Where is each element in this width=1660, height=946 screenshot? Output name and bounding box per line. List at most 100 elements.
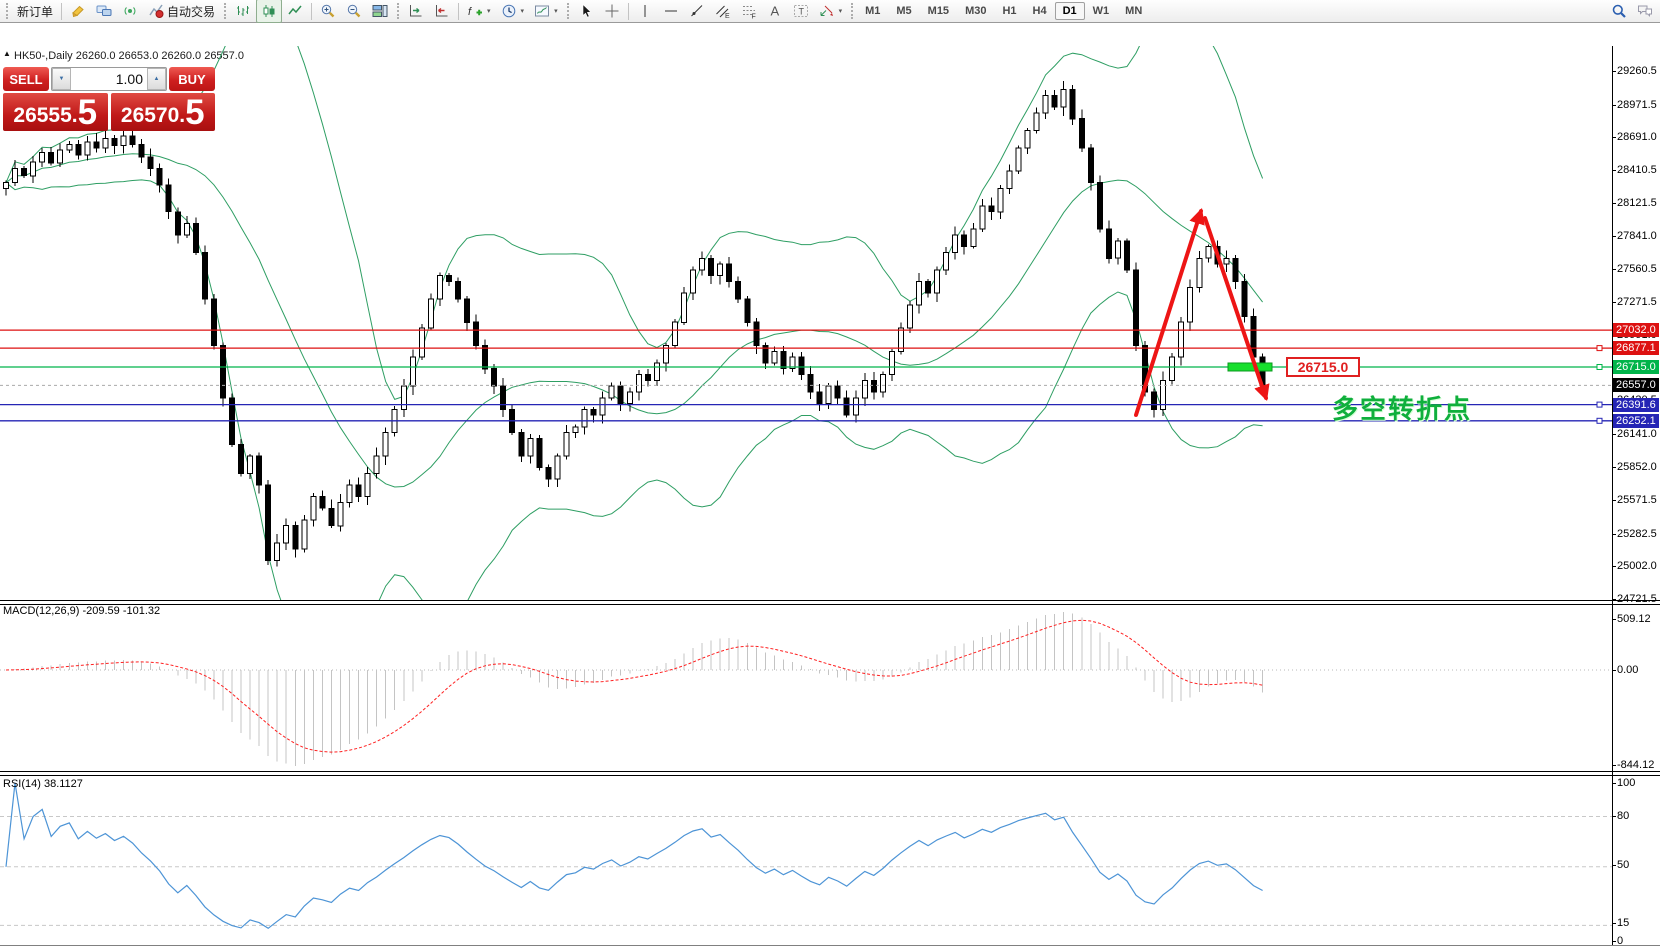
price-tick-label: 28121.5	[1617, 197, 1657, 210]
horizontal-line-icon[interactable]	[658, 0, 684, 23]
price-line-label-27032.0[interactable]: 27032.0	[1613, 323, 1659, 338]
chat-icon[interactable]	[1632, 0, 1658, 23]
hline-handle[interactable]	[1596, 401, 1603, 408]
sell-price-display[interactable]: 26555. 5	[3, 93, 108, 131]
timeframe-button-M15[interactable]: M15	[920, 2, 957, 20]
buy-price-main: 26570.	[120, 104, 186, 127]
toolbar-separator	[311, 2, 313, 20]
profile-icon[interactable]	[91, 0, 117, 23]
volume-up-button[interactable]: ▲	[147, 68, 166, 90]
price-line-label-26715.0[interactable]: 26715.0	[1613, 359, 1659, 374]
mt4-window: 新订单 自动交易 f ▾ ▾ ▾ E F A T ▾ M1 M5 M15 M30 H1 H4 D1 W1 MN ▲ H…	[0, 0, 1660, 946]
rsi-tick-mark	[1612, 941, 1616, 942]
rsi-axis-label: 15	[1617, 917, 1630, 929]
toolbar-grip[interactable]	[851, 3, 854, 19]
price-tick-label: 27560.5	[1617, 262, 1657, 275]
volume-down-button[interactable]: ▼	[52, 68, 71, 90]
auto-scroll-icon[interactable]	[403, 0, 429, 23]
price-axis-line	[1612, 46, 1613, 945]
timeframe-button-M5[interactable]: M5	[888, 2, 919, 20]
price-tick-mark	[1612, 203, 1616, 205]
new-order-button[interactable]: 新订单	[12, 0, 58, 23]
macd-histogram	[14, 612, 1264, 766]
auto-trading-button[interactable]: 自动交易	[143, 0, 220, 23]
text-label-icon[interactable]: T	[788, 0, 814, 23]
svg-text:f: f	[468, 6, 472, 18]
svg-text:A: A	[770, 4, 779, 19]
price-tick-mark	[1612, 236, 1616, 238]
templates-menu[interactable]: ▾	[529, 0, 563, 23]
tile-windows-icon[interactable]	[367, 0, 393, 23]
toolbar-grip[interactable]	[397, 3, 400, 19]
pane-divider-rsi[interactable]	[0, 771, 1660, 776]
sell-button[interactable]: SELL	[3, 67, 49, 91]
timeframe-button-M30[interactable]: M30	[957, 2, 994, 20]
macd-tick-mark	[1612, 765, 1616, 766]
line-chart-icon[interactable]	[282, 0, 308, 23]
hline-handle[interactable]	[1596, 345, 1603, 352]
rsi-canvas[interactable]	[0, 776, 1612, 946]
svg-text:F: F	[751, 14, 755, 20]
signal-icon[interactable]	[117, 0, 143, 23]
text-icon[interactable]: A	[762, 0, 788, 23]
vertical-line-icon[interactable]	[632, 0, 658, 23]
macd-label: MACD(12,26,9) -209.59 -101.32	[3, 605, 161, 617]
price-tick-label: 27271.5	[1617, 296, 1657, 309]
arrows-menu[interactable]: ▾	[814, 0, 848, 23]
macd-axis-label: 0.00	[1617, 664, 1639, 676]
cursor-icon[interactable]	[573, 0, 599, 23]
buy-price-pip: 5	[185, 93, 205, 132]
price-line-label-26391.6[interactable]: 26391.6	[1613, 397, 1659, 412]
price-tick-mark	[1612, 467, 1616, 469]
macd-axis-label: 509.12	[1617, 613, 1651, 625]
main-chart-canvas[interactable]	[0, 46, 1612, 600]
current-price-label[interactable]: 26557.0	[1613, 378, 1659, 393]
search-icon[interactable]	[1606, 0, 1632, 23]
equidistant-channel-icon[interactable]: E	[710, 0, 736, 23]
bar-chart-icon[interactable]	[230, 0, 256, 23]
periods-menu[interactable]: ▾	[496, 0, 530, 23]
fibonacci-icon[interactable]: F	[736, 0, 762, 23]
rsi-line	[5, 782, 1263, 930]
toolbar-grip[interactable]	[566, 3, 569, 19]
sell-price-main: 26555.	[13, 104, 78, 127]
rsi-axis-label: 50	[1617, 859, 1630, 871]
trendline-icon[interactable]	[684, 0, 710, 23]
timeframe-button-MN[interactable]: MN	[1117, 2, 1150, 20]
indicators-menu[interactable]: f ▾	[462, 0, 496, 23]
buy-button[interactable]: BUY	[169, 67, 215, 91]
hline-handle[interactable]	[1596, 417, 1603, 424]
timeframe-button-W1[interactable]: W1	[1085, 2, 1118, 20]
timeframe-button-H4[interactable]: H4	[1025, 2, 1055, 20]
price-line-label-26877.1[interactable]: 26877.1	[1613, 341, 1659, 356]
buy-price-display[interactable]: 26570. 5	[110, 93, 215, 132]
hline-handle[interactable]	[1596, 364, 1603, 370]
price-tick-label: 24721.5	[1617, 592, 1657, 605]
timeframe-button-M1[interactable]: M1	[857, 2, 888, 20]
pivot-note-text: 多空转折点	[1332, 394, 1473, 424]
pivot-price-callout[interactable]: 26715.0	[1286, 357, 1360, 377]
chart-shift-icon[interactable]	[429, 0, 455, 23]
zoom-in-icon[interactable]	[315, 0, 341, 23]
toolbar-grip[interactable]	[6, 3, 8, 19]
price-tick-label: 25571.5	[1617, 493, 1657, 506]
price-line-label-26252.1[interactable]: 26252.1	[1613, 413, 1659, 428]
crosshair-icon[interactable]	[599, 0, 625, 23]
timeframe-button-D1[interactable]: D1	[1054, 2, 1085, 20]
chart-window[interactable]: ▲ HK50-,Daily 26260.0 26653.0 26260.0 26…	[0, 23, 1660, 945]
pane-divider-macd[interactable]	[0, 600, 1660, 605]
volume-input[interactable]: 1.00	[71, 68, 147, 90]
pivot-marker[interactable]	[1227, 362, 1273, 372]
timeframe-button-H1[interactable]: H1	[994, 2, 1024, 20]
price-tick-label: 25282.5	[1617, 527, 1657, 540]
highlighter-icon[interactable]	[65, 0, 91, 23]
macd-signal-line	[5, 619, 1263, 753]
rsi-tick-mark	[1612, 923, 1616, 924]
toolbar-grip[interactable]	[224, 3, 227, 19]
one-click-trading-panel: SELL ▼ 1.00 ▲ BUY 26555. 5 26570. 5	[3, 67, 215, 131]
macd-axis-label: -844.12	[1617, 759, 1655, 771]
macd-canvas[interactable]	[0, 604, 1612, 771]
candlestick-chart-icon[interactable]	[256, 0, 283, 23]
rsi-axis-label: 80	[1617, 810, 1630, 822]
zoom-out-icon[interactable]	[341, 0, 367, 23]
